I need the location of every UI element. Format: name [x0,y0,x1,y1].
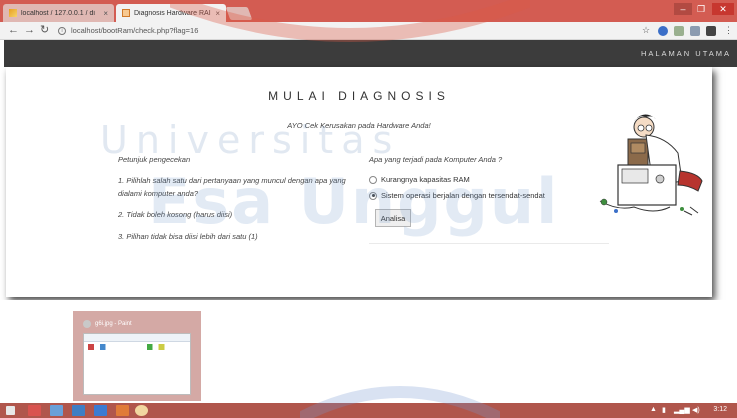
extension-icon[interactable] [690,26,700,36]
browser-tabstrip: localhost / 127.0.0.1 / di × Diagnosis H… [0,0,737,22]
desktop-area: g6i.jpg - Paint [0,300,737,403]
instruction-item: 1. Pilihlah salah satu dari pertanyaan y… [118,176,346,198]
extension-icon[interactable] [706,26,716,36]
taskbar-app-icon[interactable] [116,405,129,416]
taskbar-app-icon[interactable] [72,405,85,416]
paint-icon [83,320,91,328]
back-arrow-icon[interactable]: ← [8,24,19,37]
network-icon[interactable]: ▮ [662,406,666,414]
maximize-button[interactable]: ❐ [692,3,710,15]
preview-title: g6i.jpg - Paint [95,321,132,327]
phpmyadmin-icon [9,9,17,17]
option-label: Kurangnya kapasitas RAM [381,175,470,184]
instruction-item: 2. Tidak boleh kosong (harus diisi) [118,210,233,219]
technician-illustration [599,114,703,216]
start-button[interactable] [6,406,15,415]
divider [369,243,609,244]
question-heading: Apa yang terjadi pada Komputer Anda ? [369,155,503,164]
clock: 3:12 [713,406,727,413]
instruction-item: 3. Pilihan tidak bisa diisi lebih dari s… [118,232,258,241]
nav-home-link[interactable]: HALAMAN UTAMA [641,49,731,58]
taskbar-preview-paint[interactable]: g6i.jpg - Paint [73,311,201,401]
extension-icon[interactable] [658,26,668,36]
close-tab-icon[interactable]: × [215,9,220,18]
radio-button[interactable] [369,191,377,200]
volume-icon[interactable]: ◀) [692,406,700,414]
info-icon[interactable]: i [58,26,66,35]
url-text: localhost/bootRam/check.php?flag=16 [71,26,199,35]
tab-phpmyadmin[interactable]: localhost / 127.0.0.1 / di × [3,4,114,22]
menu-dots-icon[interactable]: ⋮ [724,24,733,37]
option-label: Sistem operasi berjalan dengan tersendat… [381,191,545,200]
diagnosis-panel: MULAI DIAGNOSIS AYO Cek Kerusakan pada H… [6,67,712,297]
extension-icon[interactable] [674,26,684,36]
forward-arrow-icon[interactable]: → [24,24,35,37]
option-ram-capacity[interactable]: Kurangnya kapasitas RAM [369,175,470,184]
new-tab-button[interactable] [225,7,253,20]
preview-window [83,333,191,395]
analyze-button[interactable]: Analisa [375,209,411,227]
page-icon [122,9,130,17]
address-bar: ← → ↻ i localhost/bootRam/check.php?flag… [0,22,737,40]
site-navbar: HALAMAN UTAMA [4,40,737,67]
tray-arrow-icon[interactable]: ▲ [650,406,657,413]
tab-diagnosis[interactable]: Diagnosis Hardware RAI × [116,4,226,22]
taskbar-app-icon[interactable] [50,405,63,416]
close-tab-icon[interactable]: × [103,9,108,18]
signal-icon[interactable]: ▂▄▆ [674,406,690,414]
tab-label: localhost / 127.0.0.1 / di [21,9,95,17]
star-bookmark-icon[interactable]: ☆ [642,24,650,37]
instructions-heading: Petunjuk pengecekan [118,155,191,164]
minimize-button[interactable]: – [674,3,692,15]
radio-button[interactable] [369,175,377,184]
window-close-button[interactable]: ✕ [712,3,734,15]
page-title: MULAI DIAGNOSIS [268,89,450,103]
taskbar-app-icon[interactable] [94,405,107,416]
tab-label: Diagnosis Hardware RAI [134,9,211,17]
taskbar-app-icon[interactable] [28,405,41,416]
chrome-taskbar-icon[interactable] [135,405,148,416]
option-os-lag[interactable]: Sistem operasi berjalan dengan tersendat… [369,191,545,200]
taskbar: ▲ ▮ ▂▄▆ ◀) 3:12 [0,403,737,418]
reload-icon[interactable]: ↻ [40,24,49,37]
url-field[interactable]: i localhost/bootRam/check.php?flag=16 [58,23,638,38]
